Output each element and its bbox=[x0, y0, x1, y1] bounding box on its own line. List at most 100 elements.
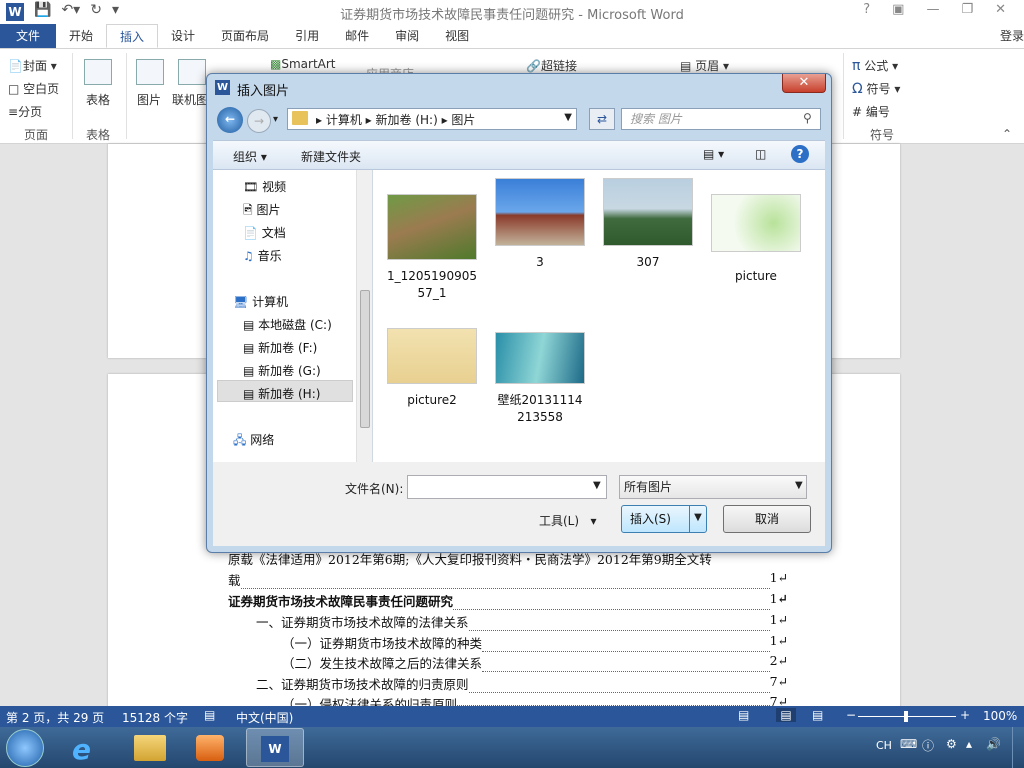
toc-line[interactable]: 二、证券期货市场技术故障的归责原则 7 ↵ bbox=[256, 674, 788, 693]
toc-line[interactable]: 载 1 ↵ bbox=[228, 570, 788, 589]
nav-item-drive-h[interactable]: ▤ 新加卷 (H:) bbox=[243, 385, 320, 402]
tab-file[interactable]: 文件 bbox=[0, 24, 56, 48]
table-button[interactable]: 表格 bbox=[86, 91, 110, 108]
word-count[interactable]: 15128 个字 bbox=[122, 709, 188, 726]
ie-icon[interactable]: e bbox=[72, 733, 91, 766]
nav-item-video[interactable]: 🎞 视频 bbox=[243, 178, 286, 195]
breadcrumb-drive[interactable]: 新加卷 (H:) bbox=[376, 113, 438, 127]
nav-item-pictures[interactable]: 🖻 图片 bbox=[243, 201, 281, 222]
restore-button[interactable]: ❐ bbox=[961, 2, 973, 17]
help-button[interactable]: ? bbox=[863, 2, 870, 17]
ribbon-display-icon[interactable]: ▣ bbox=[892, 2, 904, 17]
dialog-help-button[interactable]: ? bbox=[791, 145, 809, 163]
tab-mailings[interactable]: 邮件 bbox=[332, 24, 382, 48]
close-button[interactable]: ✕ bbox=[995, 2, 1006, 17]
nav-item-drive-f[interactable]: ▤ 新加卷 (F:) bbox=[243, 339, 317, 356]
filename-input[interactable] bbox=[407, 475, 607, 499]
picture-button[interactable]: 图片 bbox=[137, 91, 161, 108]
preview-pane-icon[interactable]: ◫ bbox=[755, 147, 766, 161]
read-mode-icon[interactable]: ▤ bbox=[738, 708, 749, 722]
cancel-button[interactable]: 取消 bbox=[723, 505, 811, 533]
forward-button[interactable]: → bbox=[247, 109, 271, 133]
file-item[interactable]: picture bbox=[711, 194, 801, 285]
blank-page-button[interactable]: □ 空白页 bbox=[8, 80, 59, 97]
zoom-level[interactable]: 100% bbox=[983, 709, 1017, 723]
number-button[interactable]: # 编号 bbox=[852, 103, 890, 120]
symbol-button[interactable]: Ω 符号 ▾ bbox=[852, 80, 900, 97]
breadcrumb-computer[interactable]: 计算机 bbox=[326, 113, 362, 127]
picture-icon[interactable] bbox=[136, 59, 164, 85]
settings-tray-icon[interactable]: ⚙ bbox=[946, 737, 957, 751]
nav-scrollbar-thumb[interactable] bbox=[360, 290, 370, 428]
nav-item-network[interactable]: 🖧 网络 bbox=[233, 431, 274, 452]
tab-view[interactable]: 视图 bbox=[432, 24, 482, 48]
file-item[interactable]: 307 bbox=[603, 178, 693, 271]
hyperlink-button[interactable]: 🔗超链接 bbox=[526, 57, 577, 74]
new-folder-button[interactable]: 新建文件夹 bbox=[301, 148, 361, 165]
nav-item-documents[interactable]: 📄 文档 bbox=[243, 224, 286, 241]
tab-references[interactable]: 引用 bbox=[282, 24, 332, 48]
smartart-button[interactable]: ▩SmartArt bbox=[270, 57, 336, 71]
back-button[interactable]: ← bbox=[217, 107, 243, 133]
minimize-button[interactable]: — bbox=[926, 2, 939, 17]
show-desktop-button[interactable] bbox=[1012, 727, 1024, 768]
file-item[interactable]: picture2 bbox=[387, 328, 477, 409]
toc-line[interactable]: （一）侵权法律关系的归责原则 7 ↵ bbox=[282, 694, 788, 706]
insert-options-dropdown[interactable]: ▼ bbox=[689, 506, 706, 532]
nav-scrollbar[interactable] bbox=[356, 170, 372, 462]
zoom-out-button[interactable]: − bbox=[846, 708, 856, 722]
table-icon[interactable] bbox=[84, 59, 112, 85]
tab-insert[interactable]: 插入 bbox=[106, 24, 159, 48]
search-input[interactable]: 搜索 图片 bbox=[621, 108, 821, 130]
recent-locations-icon[interactable]: ▾ bbox=[273, 114, 278, 125]
volume-icon[interactable]: 🔊 bbox=[986, 737, 1001, 751]
proofing-icon[interactable]: ▤ bbox=[204, 708, 215, 722]
dialog-close-button[interactable]: ✕ bbox=[782, 74, 826, 93]
view-options-icon[interactable]: ▤ ▾ bbox=[703, 147, 724, 161]
tab-home[interactable]: 开始 bbox=[56, 24, 106, 48]
header-button[interactable]: ▤ 页眉 ▾ bbox=[680, 57, 729, 74]
language[interactable]: 中文(中国) bbox=[236, 709, 293, 726]
page-count[interactable]: 第 2 页，共 29 页 bbox=[6, 709, 104, 726]
toc-line[interactable]: 证券期货市场技术故障民事责任问题研究 1 ↵ bbox=[228, 591, 788, 610]
tab-review[interactable]: 审阅 bbox=[382, 24, 432, 48]
tools-menu[interactable]: 工具(L) ▾ bbox=[539, 512, 597, 529]
nav-item-music[interactable]: ♫ 音乐 bbox=[243, 247, 282, 264]
file-item[interactable]: 壁纸20131114213558 bbox=[495, 332, 585, 426]
zoom-in-button[interactable]: + bbox=[960, 708, 970, 722]
file-type-dropdown-icon[interactable]: ▼ bbox=[795, 480, 803, 491]
web-layout-icon[interactable]: ▤ bbox=[812, 708, 823, 722]
address-bar[interactable]: ▸ 计算机 ▸ 新加卷 (H:) ▸ 图片 ▼ bbox=[287, 108, 577, 130]
cover-page-button[interactable]: 📄封面 ▾ bbox=[8, 57, 57, 74]
online-picture-button[interactable]: 联机图 bbox=[172, 91, 208, 108]
file-item[interactable]: 1_120519090557_1 bbox=[387, 194, 477, 302]
show-hidden-icons[interactable]: ▴ bbox=[966, 737, 972, 751]
start-button[interactable] bbox=[6, 729, 44, 767]
tab-design[interactable]: 设计 bbox=[158, 24, 208, 48]
page-break-button[interactable]: ≡分页 bbox=[8, 103, 42, 120]
keyboard-icon[interactable]: ⌨ bbox=[900, 737, 917, 751]
word-taskbar-button[interactable]: W bbox=[246, 728, 304, 767]
filename-dropdown-icon[interactable]: ▼ bbox=[593, 480, 601, 491]
help-tray-icon[interactable]: ⓘ bbox=[922, 737, 934, 754]
nav-item-computer[interactable]: 🖥 计算机 bbox=[233, 293, 288, 310]
refresh-button[interactable]: ⇄ bbox=[589, 108, 615, 130]
breadcrumb-folder[interactable]: 图片 bbox=[451, 113, 475, 127]
address-dropdown-icon[interactable]: ▼ bbox=[564, 112, 572, 123]
collapse-ribbon-icon[interactable]: ⌃ bbox=[1002, 127, 1012, 141]
zoom-slider-thumb[interactable] bbox=[904, 711, 908, 722]
login-link[interactable]: 登录 bbox=[1000, 24, 1024, 48]
tab-layout[interactable]: 页面布局 bbox=[208, 24, 282, 48]
file-item[interactable]: 3 bbox=[495, 178, 585, 271]
print-layout-icon[interactable]: ▤ bbox=[776, 708, 796, 722]
organize-button[interactable]: 组织 ▾ bbox=[233, 148, 267, 165]
toc-line[interactable]: （二）发生技术故障之后的法律关系 2 ↵ bbox=[282, 653, 788, 672]
media-player-icon[interactable] bbox=[196, 735, 224, 761]
input-language[interactable]: CH bbox=[876, 739, 892, 752]
explorer-icon[interactable] bbox=[134, 735, 166, 761]
toc-line[interactable]: （一）证券期货市场技术故障的种类 1 ↵ bbox=[282, 633, 788, 652]
equation-button[interactable]: π 公式 ▾ bbox=[852, 57, 898, 74]
toc-line[interactable]: 一、证券期货市场技术故障的法律关系 1 ↵ bbox=[256, 612, 788, 631]
nav-item-drive-g[interactable]: ▤ 新加卷 (G:) bbox=[243, 362, 321, 379]
online-picture-icon[interactable] bbox=[178, 59, 206, 85]
